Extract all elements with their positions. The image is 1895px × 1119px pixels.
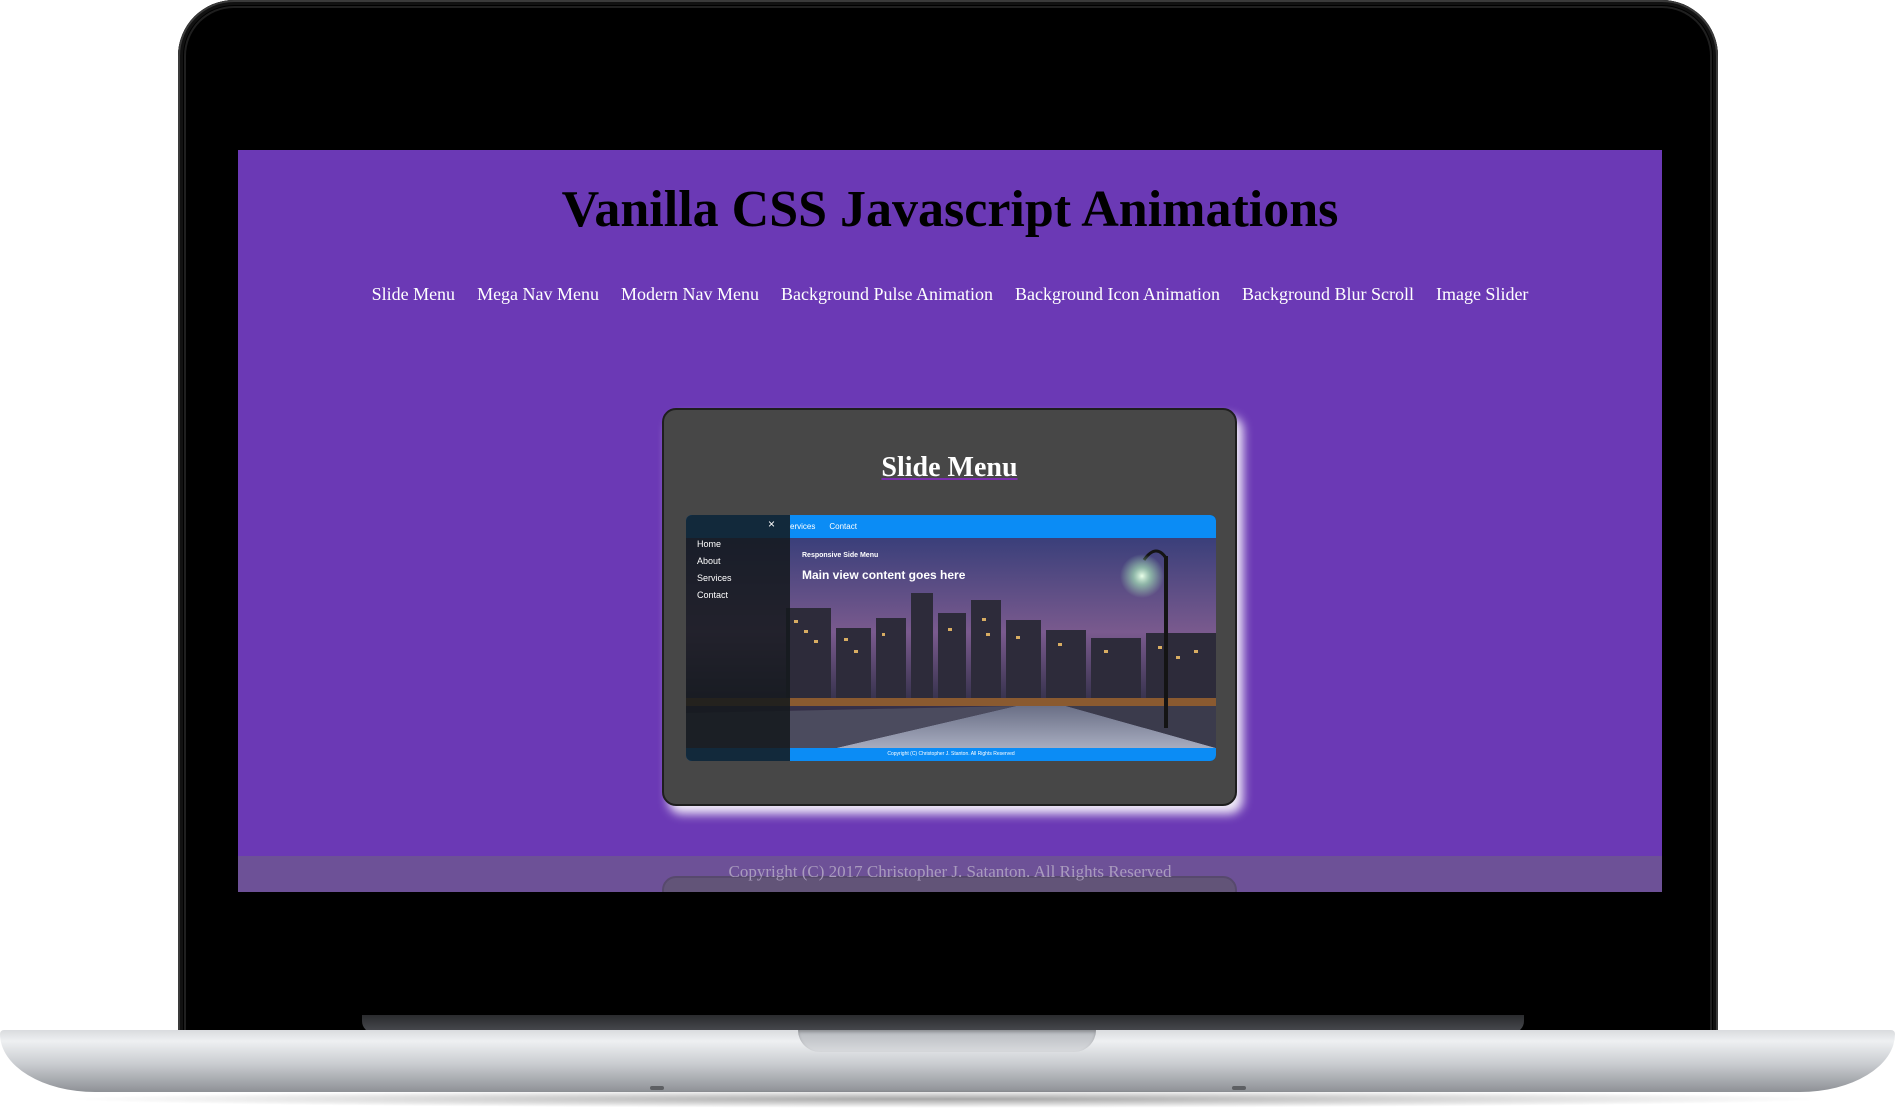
- page-title: Vanilla CSS Javascript Animations: [561, 181, 1339, 238]
- main-nav: Slide Menu Mega Nav Menu Modern Nav Menu…: [238, 284, 1662, 305]
- preview-side-menu: × Home About Services Contact: [686, 515, 790, 761]
- close-icon: ×: [768, 517, 776, 531]
- nav-link-background-pulse-animation[interactable]: Background Pulse Animation: [781, 284, 993, 305]
- footer-copyright: Copyright (C) 2017 Christopher J. Satant…: [728, 862, 1172, 881]
- nav-link-slide-menu[interactable]: Slide Menu: [372, 284, 456, 305]
- laptop-shadow: [60, 1090, 1835, 1108]
- preview-top-link: Contact: [829, 522, 857, 531]
- laptop-foot: [650, 1086, 664, 1090]
- demo-card[interactable]: Slide Menu ervices Contact Copyright (C)…: [662, 408, 1237, 806]
- preview-menu-item-services: Services: [697, 573, 732, 583]
- preview-heading: Responsive Side Menu: [802, 552, 879, 559]
- card-preview-image[interactable]: ervices Contact Copyright (C) Christophe…: [686, 515, 1216, 761]
- preview-menu-item-about: About: [697, 556, 721, 566]
- preview-top-link: ervices: [790, 522, 816, 531]
- nav-link-image-slider[interactable]: Image Slider: [1436, 284, 1528, 305]
- preview-menu-item-home: Home: [697, 539, 722, 549]
- browser-viewport: Vanilla CSS Javascript Animations Slide …: [238, 150, 1662, 892]
- laptop-opening-notch: [798, 1030, 1096, 1052]
- nav-link-background-icon-animation[interactable]: Background Icon Animation: [1015, 284, 1220, 305]
- nav-link-modern-nav-menu[interactable]: Modern Nav Menu: [621, 284, 759, 305]
- card-title[interactable]: Slide Menu: [664, 452, 1235, 484]
- laptop-foot: [1232, 1086, 1246, 1090]
- preview-menu-item-contact: Contact: [697, 590, 729, 600]
- nav-link-mega-nav-menu[interactable]: Mega Nav Menu: [477, 284, 599, 305]
- nav-link-background-blur-scroll[interactable]: Background Blur Scroll: [1242, 284, 1414, 305]
- preview-main-text: Main view content goes here: [802, 568, 966, 582]
